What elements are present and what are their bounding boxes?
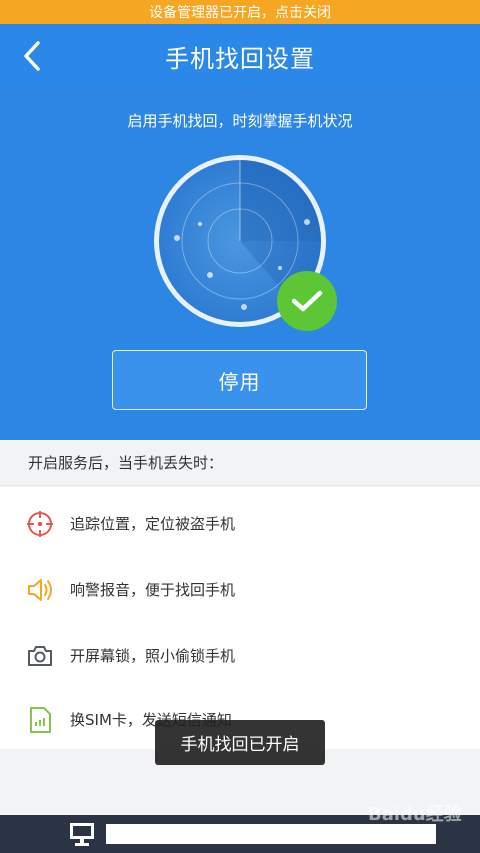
status-check	[277, 271, 337, 331]
crosshair-icon	[26, 510, 54, 538]
list-item: 响警报音，便于找回手机	[0, 557, 480, 622]
feature-label: 响警报音，便于找回手机	[70, 581, 236, 599]
title-bar: 手机找回设置	[0, 24, 480, 88]
feature-list: 追踪位置，定位被盗手机 响警报音，便于找回手机 开屏幕锁，照小偷锁手机 换SIM…	[0, 487, 480, 749]
section-header: 开启服务后，当手机丢失时：	[0, 440, 480, 486]
sim-card-icon	[26, 706, 54, 734]
bottom-input-field[interactable]	[106, 824, 436, 844]
watermark: Baidu经验	[368, 804, 462, 825]
notice-text: 设备管理器已开启，点击关闭	[149, 5, 331, 21]
chevron-left-icon	[24, 41, 40, 71]
feature-label: 追踪位置，定位被盗手机	[70, 515, 236, 533]
disable-button[interactable]: 停用	[112, 350, 367, 410]
hero-subtitle: 启用手机找回，时刻掌握手机状况	[127, 112, 353, 130]
list-item: 追踪位置，定位被盗手机	[0, 491, 480, 556]
toast-message: 手机找回已开启	[155, 720, 325, 765]
checkmark-icon	[291, 290, 323, 312]
speaker-icon	[26, 576, 54, 604]
monitor-icon[interactable]	[68, 821, 96, 847]
page-title: 手机找回设置	[165, 44, 315, 73]
list-item: 开屏幕锁，照小偷锁手机	[0, 623, 480, 688]
hero-panel: 启用手机找回，时刻掌握手机状况 停用	[0, 88, 480, 440]
device-manager-notice[interactable]: 设备管理器已开启，点击关闭	[0, 0, 480, 24]
back-button[interactable]	[14, 38, 50, 74]
feature-label: 开屏幕锁，照小偷锁手机	[70, 647, 236, 665]
camera-icon	[26, 642, 54, 670]
